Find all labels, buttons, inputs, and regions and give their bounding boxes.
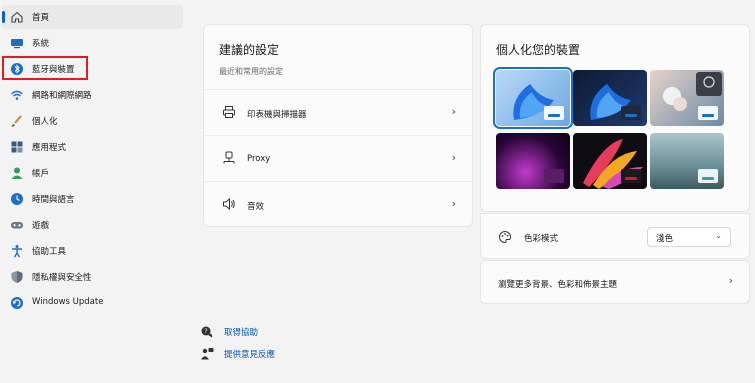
help-chat-icon: ? bbox=[201, 326, 213, 338]
sidebar-item-label: 隱私權與安全性 bbox=[32, 273, 92, 283]
sidebar-item-label: 首頁 bbox=[32, 13, 50, 23]
accent-bar bbox=[625, 114, 637, 117]
theme-thumbnail-dark-bloom[interactable] bbox=[573, 70, 647, 126]
recommended-row-proxy[interactable]: Proxy › bbox=[204, 136, 472, 181]
theme-thumbnail-flowers[interactable] bbox=[650, 70, 724, 126]
color-mode-label: 色彩模式 bbox=[524, 234, 559, 244]
window-preview bbox=[698, 106, 718, 120]
sidebar-item-label: 網路和網際網路 bbox=[32, 91, 92, 101]
row-label: 音效 bbox=[247, 202, 265, 212]
theme-thumbnail-lake[interactable] bbox=[650, 133, 724, 189]
sidebar-item-system[interactable]: 系統 bbox=[2, 31, 183, 55]
feedback-link[interactable]: 提供意見反應 bbox=[200, 347, 275, 361]
sidebar-item-label: 協助工具 bbox=[32, 247, 67, 257]
person-icon bbox=[11, 167, 23, 179]
theme-thumbnail-captured-motion[interactable] bbox=[573, 133, 647, 189]
sidebar: 首頁 系統 藍牙與裝置 網路和網際網路 個人化 應用程式 帳戶 時間與語言 遊戲… bbox=[0, 0, 185, 383]
sidebar-item-label: 遊戲 bbox=[32, 221, 50, 231]
update-icon bbox=[11, 297, 23, 309]
sidebar-item-apps[interactable]: 應用程式 bbox=[2, 135, 183, 159]
sidebar-item-privacy-security[interactable]: 隱私權與安全性 bbox=[2, 265, 183, 289]
sidebar-item-network[interactable]: 網路和網際網路 bbox=[2, 83, 183, 107]
feedback-label: 提供意見反應 bbox=[224, 350, 276, 360]
sidebar-item-gaming[interactable]: 遊戲 bbox=[2, 213, 183, 237]
get-help-link[interactable]: ? 取得協助 bbox=[200, 325, 258, 339]
browse-themes-label: 瀏覽更多背景、色彩和佈景主題 bbox=[498, 280, 618, 290]
sidebar-item-personalization[interactable]: 個人化 bbox=[2, 109, 183, 133]
home-icon bbox=[11, 11, 23, 23]
row-label: Proxy bbox=[247, 154, 271, 164]
window-preview bbox=[698, 169, 718, 183]
shield-icon bbox=[11, 271, 23, 283]
accent-bar bbox=[625, 177, 637, 180]
proxy-icon bbox=[223, 151, 235, 164]
theme-thumbnail-glow[interactable] bbox=[496, 133, 570, 189]
accent-bar bbox=[702, 177, 714, 180]
speaker-icon bbox=[223, 197, 235, 211]
recommended-settings-card: 建議的設定 最近和常用的設定 印表機與掃描器 › Proxy › 音效 › bbox=[203, 24, 473, 227]
chevron-right-icon: › bbox=[451, 197, 456, 210]
window-preview bbox=[544, 106, 564, 120]
card-title: 建議的設定 bbox=[219, 43, 280, 57]
chevron-right-icon: › bbox=[451, 151, 456, 164]
window-preview bbox=[544, 169, 564, 183]
recommended-row-sound[interactable]: 音效 › bbox=[204, 182, 472, 227]
chevron-right-icon: › bbox=[728, 274, 733, 287]
sidebar-item-label: 系統 bbox=[32, 39, 50, 49]
active-indicator bbox=[2, 11, 5, 23]
sidebar-item-time-language[interactable]: 時間與語言 bbox=[2, 187, 183, 211]
theme-thumbnail-light-bloom[interactable] bbox=[493, 67, 573, 129]
window-preview bbox=[621, 169, 641, 183]
browse-themes-row[interactable]: 瀏覽更多背景、色彩和佈景主題 › bbox=[480, 260, 750, 304]
brush-icon bbox=[11, 115, 22, 127]
sidebar-item-accounts[interactable]: 帳戶 bbox=[2, 161, 183, 185]
color-mode-value: 淺色 bbox=[656, 234, 674, 244]
monitor-icon bbox=[11, 39, 23, 49]
highlight-annotation bbox=[2, 56, 88, 80]
card-subtitle: 最近和常用的設定 bbox=[219, 67, 283, 76]
get-help-label: 取得協助 bbox=[224, 328, 259, 338]
chevron-right-icon: › bbox=[451, 105, 456, 118]
wifi-icon bbox=[11, 90, 23, 100]
color-mode-row: 色彩模式 淺色 ⌄ bbox=[480, 213, 750, 259]
row-label: 印表機與掃描器 bbox=[247, 110, 307, 120]
card-title: 個人化您的裝置 bbox=[496, 43, 581, 57]
printer-icon bbox=[223, 106, 235, 118]
accessibility-icon bbox=[12, 245, 22, 258]
gamepad-icon bbox=[11, 222, 23, 229]
sidebar-item-label: 應用程式 bbox=[32, 143, 67, 153]
feedback-icon bbox=[201, 348, 214, 360]
accent-bar bbox=[548, 114, 560, 117]
palette-icon bbox=[499, 230, 512, 244]
globe-clock-icon bbox=[11, 193, 23, 205]
recommended-row-printers[interactable]: 印表機與掃描器 › bbox=[204, 90, 472, 135]
sidebar-item-windows-update[interactable]: Windows Update bbox=[2, 291, 183, 315]
sidebar-item-home[interactable]: 首頁 bbox=[2, 5, 183, 29]
chevron-down-icon: ⌄ bbox=[715, 231, 722, 240]
personalize-card: 個人化您的裝置 bbox=[480, 24, 750, 212]
sidebar-item-label: 時間與語言 bbox=[32, 195, 75, 205]
sidebar-item-label: 帳戶 bbox=[32, 169, 50, 179]
sidebar-item-label: 個人化 bbox=[32, 117, 58, 127]
sidebar-item-accessibility[interactable]: 協助工具 bbox=[2, 239, 183, 263]
window-preview bbox=[621, 106, 641, 120]
svg-text:?: ? bbox=[204, 328, 207, 335]
accent-bar bbox=[702, 114, 714, 117]
apps-icon bbox=[11, 141, 23, 153]
sidebar-item-label: Windows Update bbox=[32, 297, 104, 307]
color-mode-dropdown[interactable]: 淺色 ⌄ bbox=[647, 227, 731, 247]
